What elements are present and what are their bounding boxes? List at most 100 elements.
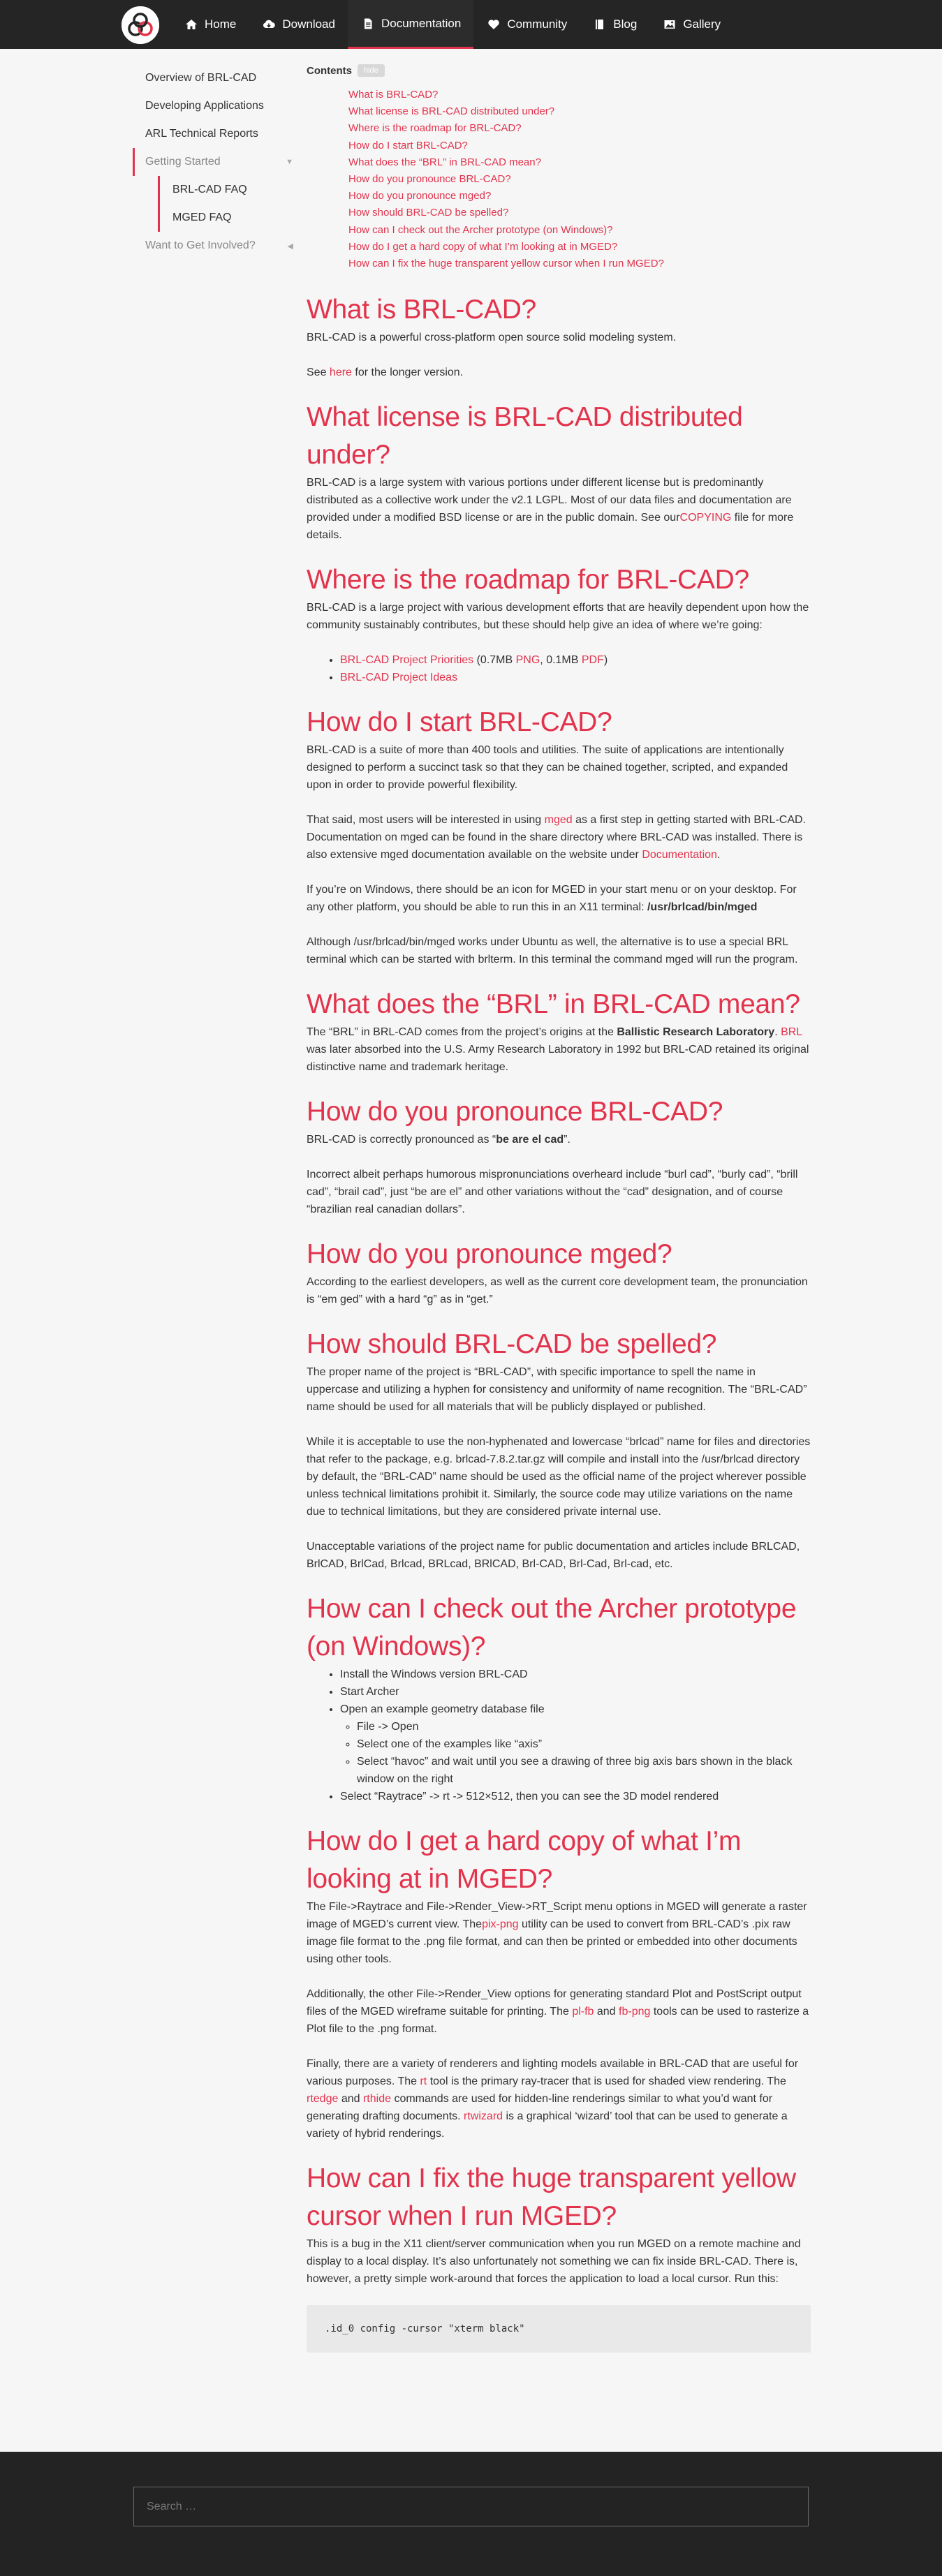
document-icon (362, 17, 374, 30)
sidebar-item-getting-started[interactable]: Getting Started ▼ (133, 148, 300, 176)
nav-label: Community (507, 17, 568, 31)
sidebar-item-get-involved[interactable]: Want to Get Involved? ◀ (133, 232, 300, 260)
brl-link[interactable]: BRL (781, 1026, 802, 1038)
nav-blog[interactable]: Blog (580, 0, 649, 49)
toc-link[interactable]: How do you pronounce BRL-CAD? (348, 173, 511, 185)
rtedge-link[interactable]: rtedge (307, 2093, 338, 2105)
nav-label: Home (205, 17, 237, 31)
section-heading: What does the “BRL” in BRL-CAD mean? (307, 989, 800, 1020)
site-footer (0, 2452, 942, 2576)
book-icon (594, 18, 606, 31)
list-item: BRL-CAD Project Priorities (0.7MB PNG, 0… (340, 651, 811, 669)
toc-link[interactable]: How do I start BRL-CAD? (348, 140, 468, 151)
section-heading: How can I fix the huge transparent yello… (307, 2163, 796, 2232)
png-link[interactable]: PNG (516, 654, 540, 666)
copying-link[interactable]: COPYING (680, 512, 732, 524)
documentation-link[interactable]: Documentation (642, 849, 717, 861)
nav-label: Blog (613, 17, 638, 31)
section-heading: How can I check out the Archer prototype… (307, 1594, 797, 1662)
pdf-link[interactable]: PDF (582, 654, 604, 666)
paragraph: BRL-CAD is a powerful cross-platform ope… (307, 332, 677, 344)
sidebar-subitem-brlcad-faq[interactable]: BRL-CAD FAQ (160, 176, 300, 204)
mged-link[interactable]: mged (545, 814, 573, 826)
table-of-contents: Contents hide What is BRL-CAD? What lice… (307, 64, 811, 272)
rtwizard-link[interactable]: rtwizard (464, 2110, 503, 2122)
paragraph: Incorrect albeit perhaps humorous mispro… (307, 1169, 798, 1216)
main-nav: Home Download Documentation Community Bl… (171, 0, 733, 49)
project-ideas-link[interactable]: BRL-CAD Project Ideas (340, 672, 457, 683)
pl-fb-link[interactable]: pl-fb (572, 2006, 594, 2018)
list-item: Select “havoc” and wait until you see a … (357, 1753, 811, 1788)
home-icon (185, 18, 198, 31)
brlcad-logo[interactable] (122, 6, 159, 44)
text: . (716, 849, 721, 861)
toc-link[interactable]: How should BRL-CAD be spelled? (348, 207, 508, 219)
text: ”. (564, 1134, 571, 1146)
sidebar-item-developing-applications[interactable]: Developing Applications (133, 92, 300, 120)
text: The “BRL” in BRL-CAD comes from the proj… (307, 1026, 617, 1039)
toc-hide-button[interactable]: hide (358, 64, 385, 77)
toc-link[interactable]: Where is the roadmap for BRL-CAD? (348, 122, 522, 134)
toc-header: Contents hide (307, 64, 811, 77)
nav-documentation[interactable]: Documentation (347, 0, 474, 49)
nav-label: Gallery (683, 17, 721, 31)
top-navbar: Home Download Documentation Community Bl… (0, 0, 942, 49)
sidebar-subitem-mged-faq[interactable]: MGED FAQ (160, 204, 300, 232)
text: ) (603, 654, 608, 667)
sidebar-sublist: BRL-CAD FAQ MGED FAQ (158, 176, 300, 232)
text: BRL-CAD is correctly pronounced as “ (307, 1134, 496, 1146)
text: and (594, 2006, 619, 2018)
nav-community[interactable]: Community (473, 0, 580, 49)
section-what-is: What is BRL-CAD? BRL-CAD is a powerful c… (307, 291, 811, 381)
project-priorities-link[interactable]: BRL-CAD Project Priorities (340, 654, 473, 666)
section-pronounce-mged: How do you pronounce mged? According to … (307, 1236, 811, 1308)
chevron-left-icon[interactable]: ◀ (288, 242, 293, 251)
chevron-down-icon[interactable]: ▼ (286, 158, 293, 166)
here-link[interactable]: here (330, 367, 352, 378)
section-hard-copy: How do I get a hard copy of what I’m loo… (307, 1823, 811, 2142)
sidebar-item-label: Want to Get Involved? (145, 239, 256, 251)
section-start: How do I start BRL-CAD? BRL-CAD is a sui… (307, 704, 811, 968)
list-item: Install the Windows version BRL-CAD (340, 1666, 811, 1683)
sidebar-item-label: Getting Started (145, 156, 221, 168)
text: was later absorbed into the U.S. Army Re… (307, 1044, 809, 1074)
fb-png-link[interactable]: fb-png (619, 2006, 650, 2018)
nav-label: Documentation (381, 16, 462, 30)
list-item: BRL-CAD Project Ideas (340, 669, 811, 686)
paragraph: The proper name of the project is “BRL-C… (307, 1366, 807, 1414)
nav-label: Download (282, 17, 335, 31)
section-heading: How do you pronounce BRL-CAD? (307, 1097, 723, 1127)
toc-link[interactable]: How do you pronounce mged? (348, 190, 491, 202)
paragraph: Additionally, the other File->Render_Vie… (307, 1985, 811, 2038)
text: Open an example geometry database file (340, 1703, 545, 1716)
paragraph: BRL-CAD is a suite of more than 400 tool… (307, 744, 788, 792)
cloud-download-icon (263, 18, 276, 31)
section-archer: How can I check out the Archer prototype… (307, 1590, 811, 1805)
nav-gallery[interactable]: Gallery (649, 0, 733, 49)
paragraph: While it is acceptable to use the non-hy… (307, 1436, 811, 1518)
pix-png-link[interactable]: pix-png (482, 1918, 518, 1930)
text: See (307, 367, 330, 379)
list-item: Select one of the examples like “axis” (357, 1735, 811, 1753)
nav-home[interactable]: Home (171, 0, 249, 49)
rthide-link[interactable]: rthide (363, 2093, 391, 2105)
rt-link[interactable]: rt (420, 2075, 427, 2087)
text: and (338, 2093, 363, 2105)
toc-link[interactable]: What does the “BRL” in BRL-CAD mean? (348, 156, 541, 168)
sidebar-item-label: Overview of BRL-CAD (145, 72, 257, 84)
sidebar-item-overview[interactable]: Overview of BRL-CAD (133, 64, 300, 92)
text: for the longer version. (351, 367, 464, 379)
toc-link[interactable]: What license is BRL-CAD distributed unde… (348, 105, 554, 117)
paragraph: The File->Raytrace and File->Render_View… (307, 1898, 811, 1968)
section-roadmap: Where is the roadmap for BRL-CAD? BRL-CA… (307, 561, 811, 686)
footer-search-input[interactable] (133, 2487, 809, 2526)
text: (0.7MB (473, 654, 516, 667)
main-content: Contents hide What is BRL-CAD? What lice… (307, 64, 811, 2353)
toc-link[interactable]: How do I get a hard copy of what I’m loo… (348, 241, 617, 253)
toc-link[interactable]: How can I check out the Archer prototype… (348, 224, 613, 236)
archer-substeps-list: File -> Open Select one of the examples … (357, 1718, 811, 1788)
toc-link[interactable]: What is BRL-CAD? (348, 89, 438, 101)
toc-link[interactable]: How can I fix the huge transparent yello… (348, 258, 664, 269)
nav-download[interactable]: Download (249, 0, 348, 49)
sidebar-item-arl-technical-reports[interactable]: ARL Technical Reports (133, 120, 300, 148)
